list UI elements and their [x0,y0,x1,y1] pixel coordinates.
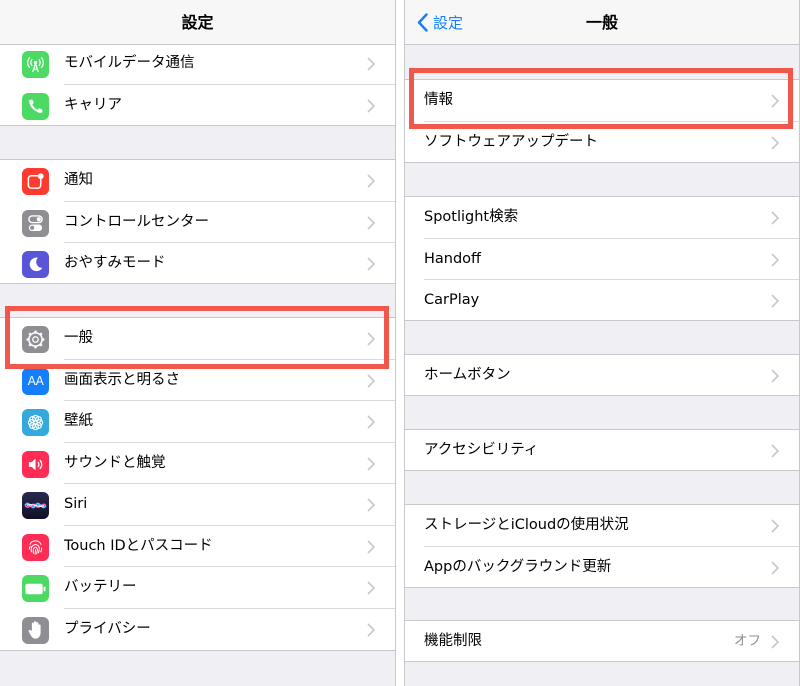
general-row-accessibility[interactable]: アクセシビリティ [405,430,799,472]
general-row-home-button[interactable]: ホームボタン [405,355,799,397]
general-group-accessibility: アクセシビリティ [405,429,799,471]
settings-row-wallpaper[interactable]: 壁紙 [0,401,395,443]
general-row-label: Appのバックグラウンド更新 [424,558,612,575]
chevron-right-icon [771,135,779,150]
settings-row-label: 通知 [64,172,93,188]
general-row-background-refresh[interactable]: Appのバックグラウンド更新 [405,547,799,589]
chevron-right-icon [367,373,375,388]
chevron-right-icon [367,498,375,512]
text-size-glyph: AA [27,374,44,388]
general-row-label: ストレージとiCloudの使用状況 [424,517,629,533]
chevron-right-icon [771,635,779,649]
general-group-restrictions: 機能制限 オフ [405,620,799,662]
chevron-right-icon [367,215,375,230]
general-row-spotlight[interactable]: Spotlight検索 [405,197,799,239]
general-row-label: Handoff [424,250,482,267]
chevron-right-icon [367,622,375,637]
chevron-right-icon [367,415,375,429]
settings-group-system: 通知 コントロールセンター おやすみモード [0,159,395,284]
antenna-icon [22,51,49,78]
chevron-right-icon [771,444,779,458]
highlight-box [409,68,793,129]
notification-icon [22,168,49,195]
chevron-right-icon [771,369,779,383]
speaker-icon [22,450,49,478]
hand-icon [22,616,49,644]
navigation-bar: 一般 設定 [405,0,799,45]
settings-row-label: キャリア [64,96,122,113]
settings-panel: モバイルデータ通信 キャリア 通知 コントロールセンター おやすみモード 一般 … [0,0,396,686]
settings-row-mobile-data[interactable]: モバイルデータ通信 [0,43,395,85]
chevron-right-icon [367,98,375,113]
settings-row-label: サウンドと触覚 [64,454,166,471]
siri-icon [22,492,49,519]
general-row-handoff[interactable]: Handoff [405,239,799,280]
back-button[interactable]: 設定 [417,0,463,45]
settings-row-sounds[interactable]: サウンドと触覚 [0,443,395,484]
general-row-label: ホームボタン [424,367,511,383]
page-title: 設定 [181,13,214,32]
general-group-home-button: ホームボタン [405,354,799,396]
chevron-right-icon [367,539,375,554]
settings-row-label: プライバシー [64,620,151,637]
chevron-right-icon [771,519,779,533]
settings-row-label: モバイルデータ通信 [64,55,195,71]
general-row-label: Spotlight検索 [424,209,519,225]
general-row-label: 機能制限 [424,633,482,649]
chevron-left-icon [417,13,428,32]
settings-row-control-center[interactable]: コントロールセンター [0,202,395,243]
chevron-right-icon [367,57,375,71]
moon-icon [22,251,49,278]
settings-row-carrier[interactable]: キャリア [0,85,395,127]
settings-row-label: おやすみモード [64,255,166,271]
general-panel: 一般 設定 情報 ソフトウェアアップデート Spotlight検索 Handof… [404,0,800,686]
chevron-right-icon [367,581,375,595]
toggles-icon [22,209,49,237]
chevron-right-icon [771,252,779,267]
navigation-bar: 設定 [0,0,395,45]
chevron-right-icon [771,294,779,308]
back-button-label: 設定 [433,14,464,32]
chevron-right-icon [771,211,779,225]
general-group-features: Spotlight検索 Handoff CarPlay [405,196,799,321]
flower-icon [22,409,49,436]
chevron-right-icon [367,456,375,471]
settings-row-do-not-disturb[interactable]: おやすみモード [0,243,395,285]
battery-icon [22,575,49,602]
general-row-restrictions[interactable]: 機能制限 オフ [405,621,799,663]
text-size-icon: AA [22,367,49,395]
settings-row-label: コントロールセンター [64,213,209,230]
settings-row-battery[interactable]: バッテリー [0,567,395,609]
settings-row-label: Touch IDとパスコード [64,537,213,554]
restrictions-value: オフ [734,633,761,649]
phone-icon [22,92,49,120]
general-row-label: CarPlay [424,292,480,308]
general-row-storage[interactable]: ストレージとiCloudの使用状況 [405,505,799,547]
general-row-label: アクセシビリティ [424,442,539,458]
chevron-right-icon [367,174,375,188]
general-group-storage: ストレージとiCloudの使用状況 Appのバックグラウンド更新 [405,504,799,588]
settings-row-siri[interactable]: Siri [0,484,395,526]
chevron-right-icon [367,257,375,271]
highlight-box [5,306,389,369]
general-row-carplay[interactable]: CarPlay [405,280,799,322]
settings-row-label: Siri [64,496,88,512]
settings-row-label: バッテリー [64,579,137,595]
settings-row-label: 壁紙 [64,413,93,429]
settings-group-connectivity: モバイルデータ通信 キャリア [0,42,395,126]
settings-row-privacy[interactable]: プライバシー [0,609,395,651]
fingerprint-icon [22,533,49,561]
settings-row-touch-id[interactable]: Touch IDとパスコード [0,526,395,567]
page-title: 一般 [585,13,618,32]
settings-row-notifications[interactable]: 通知 [0,160,395,202]
chevron-right-icon [771,560,779,575]
